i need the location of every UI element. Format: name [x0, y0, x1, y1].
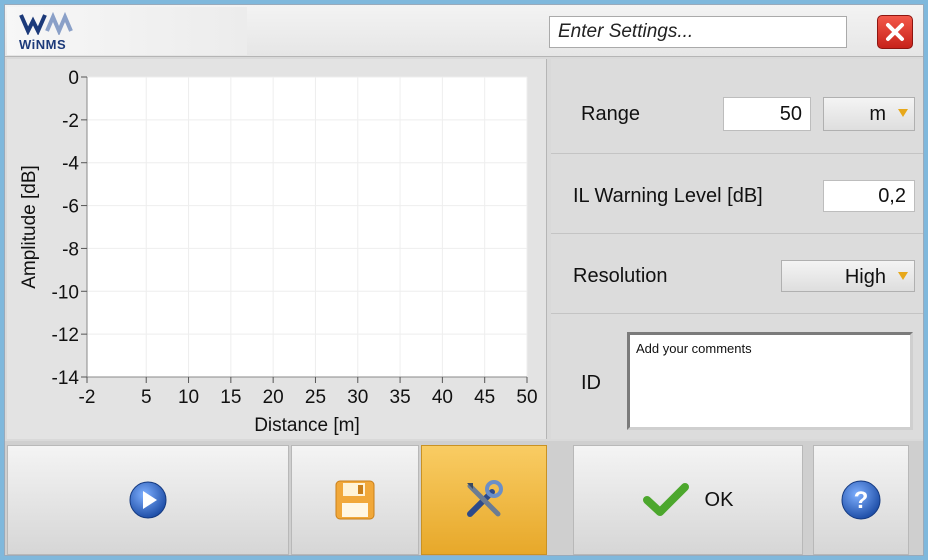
logo-mark-icon	[19, 11, 73, 35]
il-warning-label: IL Warning Level [dB]	[573, 185, 763, 207]
comments-textarea[interactable]: Add your comments	[627, 332, 913, 430]
y-tick-label: -4	[62, 154, 79, 175]
x-tick-label: 40	[432, 387, 453, 408]
x-tick-label: 15	[220, 387, 241, 408]
run-button[interactable]	[7, 445, 289, 555]
close-button[interactable]	[877, 15, 913, 49]
floppy-save-icon	[335, 480, 375, 520]
id-label: ID	[581, 372, 601, 394]
settings-tools-button[interactable]	[421, 445, 547, 555]
svg-text:?: ?	[854, 487, 869, 514]
x-tick-label: 20	[263, 387, 284, 408]
amplitude-chart: 0-2-4-6-8-10-12-14-2 5 10 15 20 25 30 35 40 45 50D…	[19, 68, 538, 436]
range-row: Range 50 m	[551, 59, 923, 154]
top-bar: WiNMS Enter Settings...	[5, 5, 923, 57]
logo-text: WiNMS	[19, 37, 67, 52]
bottom-toolbar: OK ?	[5, 441, 923, 555]
play-icon	[129, 481, 167, 519]
y-tick-label: -12	[52, 325, 79, 346]
y-tick-label: -10	[52, 282, 79, 303]
resolution-row: Resolution High	[551, 234, 923, 314]
x-tick-label: 10	[178, 387, 199, 408]
help-question-icon: ?	[841, 480, 881, 520]
y-axis-title: Amplitude [dB]	[19, 165, 40, 289]
ok-label: OK	[704, 488, 734, 511]
chart-panel: 0 -2 -4 -6 -8 -10 -12 -14 -2 5 10 15 20 25 30 35 40 45 50 D…	[7, 59, 547, 439]
settings-panel: Range 50 m IL Warning Level [dB] 0,2 Res…	[551, 59, 923, 439]
x-tick-label: 5	[141, 387, 152, 408]
chevron-down-icon	[898, 272, 908, 280]
x-axis-title: Distance [m]	[254, 415, 360, 436]
y-tick-label: -2	[62, 111, 79, 132]
x-tick-label: 25	[305, 387, 326, 408]
x-tick-label: 50	[516, 387, 537, 408]
settings-title-field: Enter Settings...	[549, 16, 847, 48]
chevron-down-icon	[898, 109, 908, 117]
y-tick-label: -8	[62, 239, 79, 260]
close-icon	[886, 23, 904, 41]
resolution-dropdown[interactable]: High	[781, 260, 915, 292]
range-input[interactable]: 50	[723, 97, 811, 131]
x-tick-label: 45	[474, 387, 495, 408]
help-button[interactable]: ?	[813, 445, 909, 555]
range-label: Range	[581, 103, 640, 125]
il-warning-input[interactable]: 0,2	[823, 180, 915, 212]
range-unit-dropdown[interactable]: m	[823, 97, 915, 131]
y-tick-label: 0	[68, 68, 79, 89]
y-tick-label: -14	[52, 368, 80, 389]
tools-icon	[467, 480, 503, 517]
plot-area	[87, 77, 527, 377]
ok-button[interactable]: OK	[573, 445, 803, 555]
checkmark-icon	[642, 483, 689, 516]
y-tick-label: -6	[62, 197, 79, 218]
x-tick-label: -2	[79, 387, 96, 408]
save-button[interactable]	[291, 445, 419, 555]
x-tick-label: 30	[347, 387, 368, 408]
resolution-label: Resolution	[573, 265, 668, 287]
resolution-value: High	[844, 266, 886, 288]
app-logo: WiNMS	[7, 7, 247, 55]
app-window: WiNMS Enter Settings... 0 -2 -4 -6 -8 -10 -12 -…	[4, 4, 924, 556]
range-unit-value: m	[869, 103, 886, 125]
x-tick-label: 35	[390, 387, 411, 408]
il-warning-row: IL Warning Level [dB] 0,2	[551, 154, 923, 234]
